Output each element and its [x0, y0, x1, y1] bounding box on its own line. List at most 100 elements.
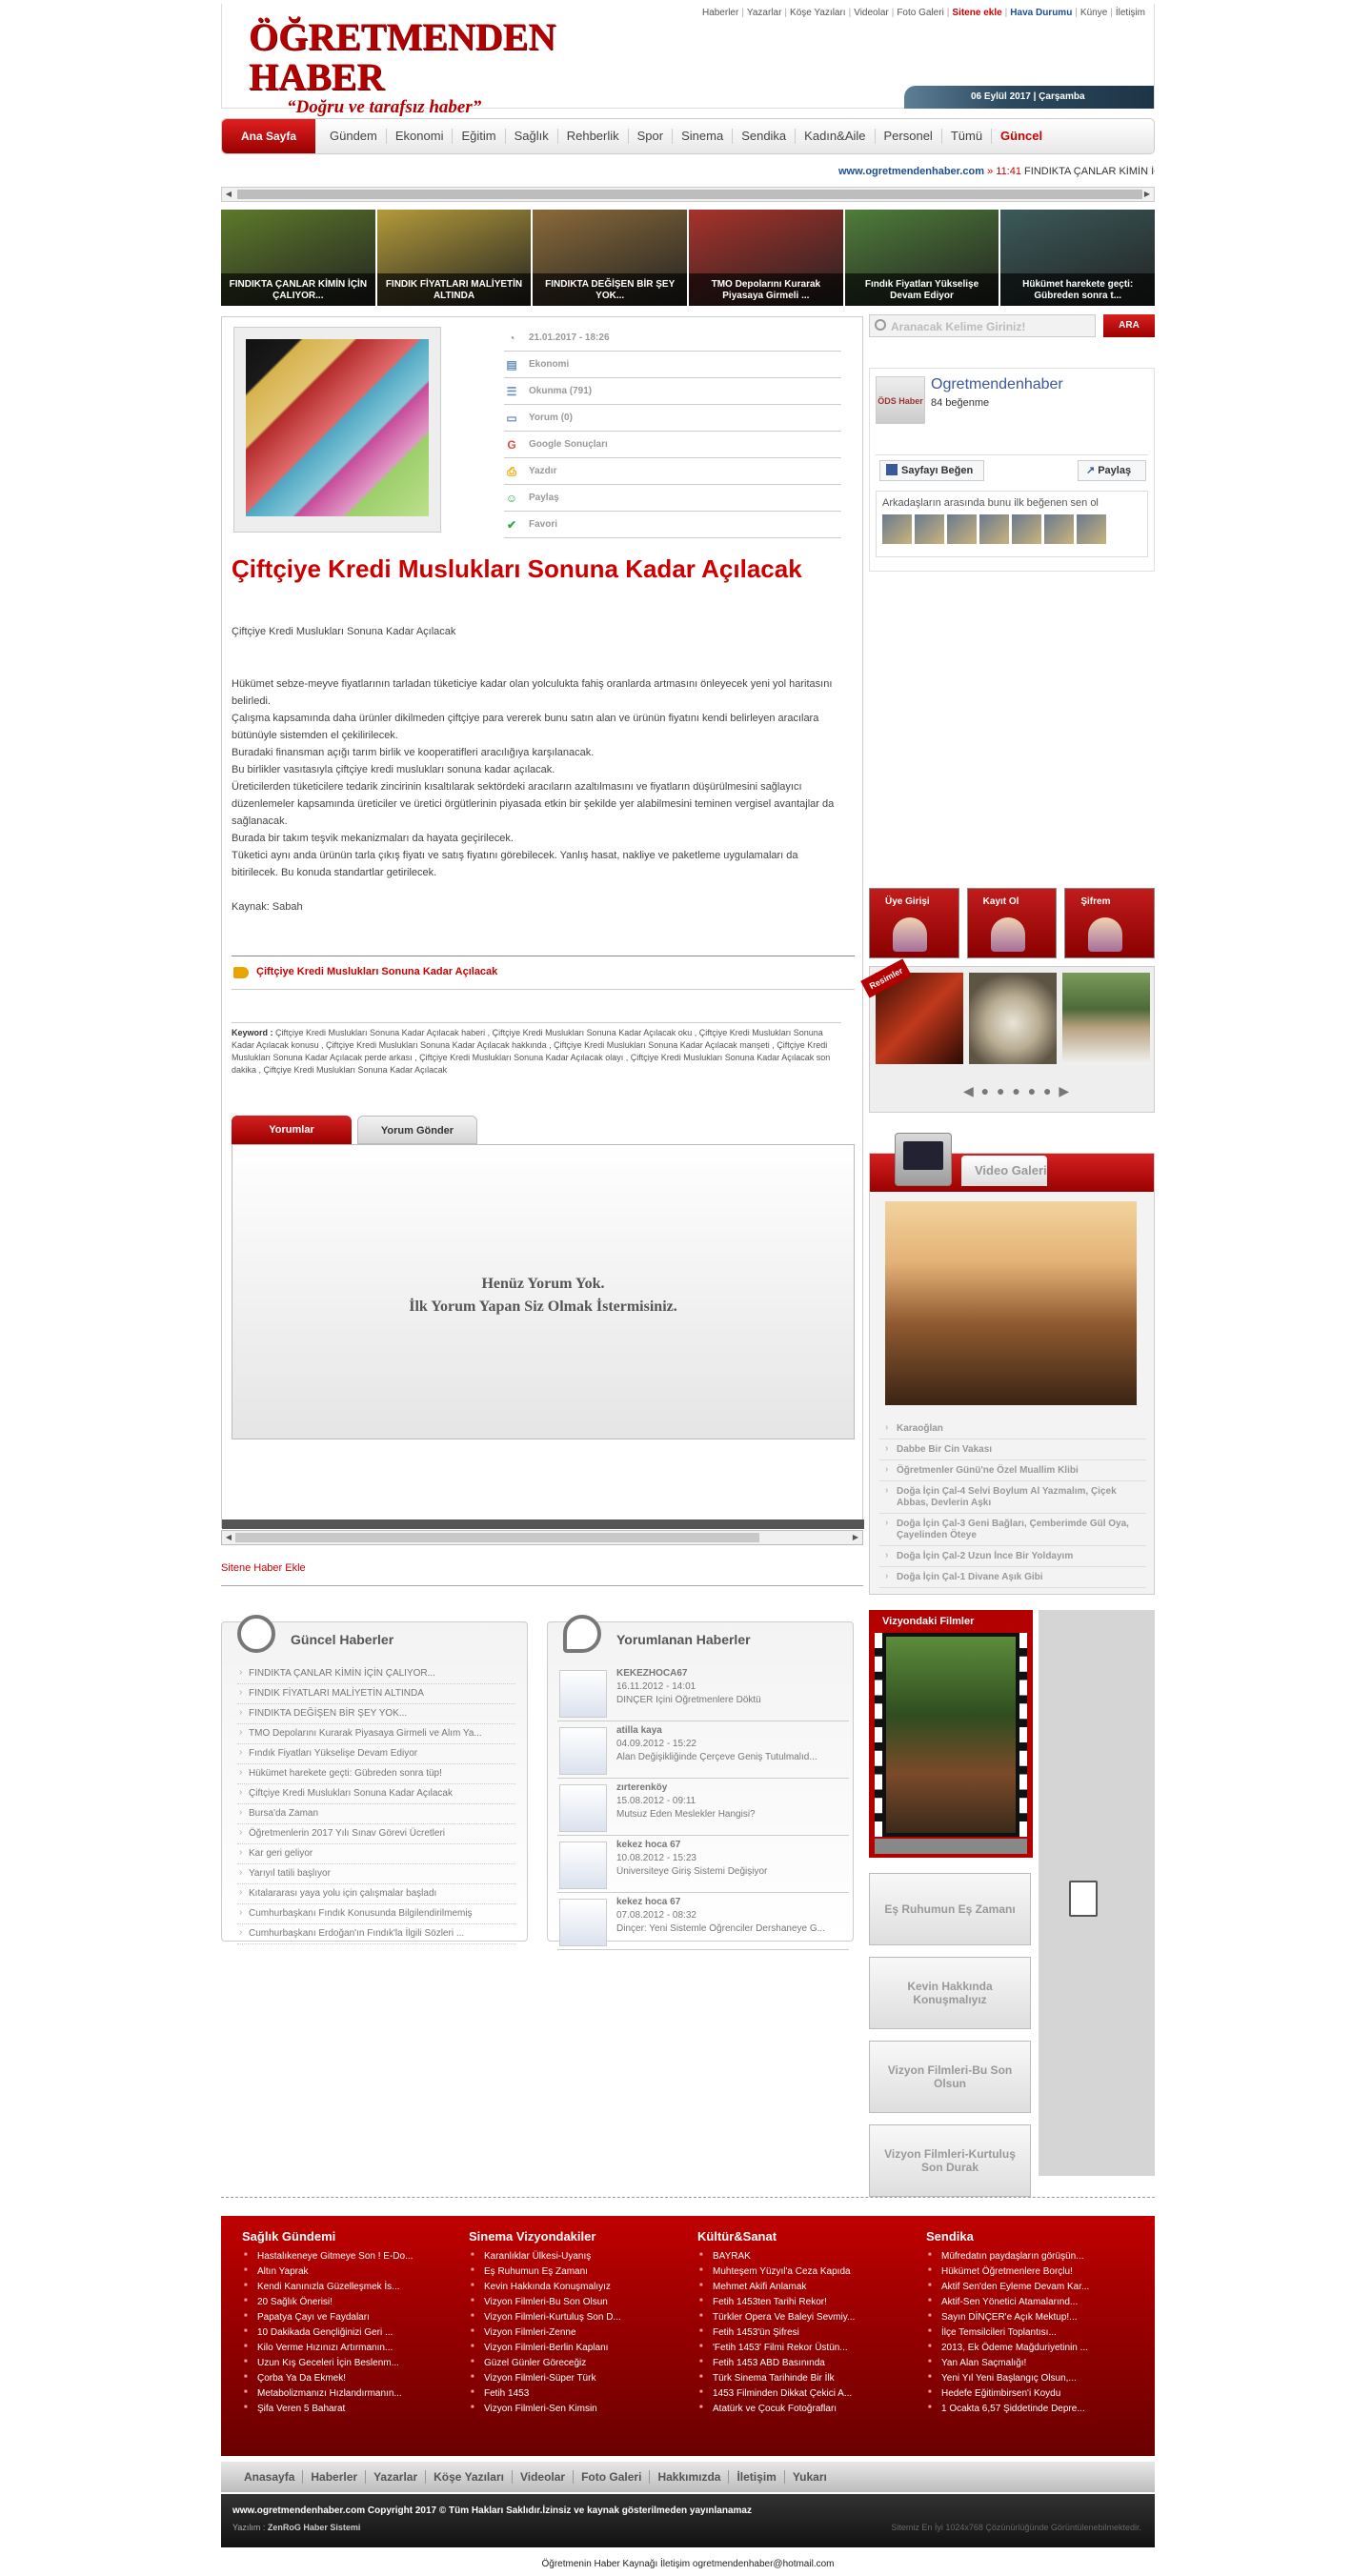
headline-card[interactable]: FINDIK FİYATLARI MALİYETİN ALTINDA	[376, 210, 532, 306]
gallery-pager[interactable]: ◀ ● ● ● ● ● ▶	[963, 1083, 1071, 1099]
list-item[interactable]: Cumhurbaşkanı Fındık Konusunda Bilgilend…	[237, 1904, 515, 1924]
top-link[interactable]: İletişim	[1113, 8, 1148, 18]
avatar[interactable]	[1044, 514, 1074, 544]
comment-item[interactable]: zırterenköy 15.08.2012 - 09:11 Mutsuz Eden…	[557, 1779, 849, 1836]
fb-page-name[interactable]: Ogretmendenhaber	[931, 376, 1063, 393]
top-link[interactable]: Hava Durumu	[1007, 8, 1075, 18]
comment-news[interactable]: Üniversiteye Giriş Sistemi Değişiyor	[616, 1866, 845, 1877]
headline-card[interactable]: Hükümet harekete geçti: Gübreden sonra t…	[1000, 210, 1156, 306]
nav-item[interactable]: Eğitim	[453, 129, 506, 144]
scroll-thumb[interactable]	[237, 190, 1142, 199]
footer-link[interactable]: Fetih 1453	[469, 2386, 688, 2402]
film-strip[interactable]	[875, 1633, 1027, 1837]
nav-item[interactable]: Güncel	[992, 129, 1051, 144]
footer-link[interactable]: Fetih 1453 ABD Basınında	[697, 2356, 917, 2371]
top-link[interactable]: Köşe Yazıları	[787, 8, 849, 18]
headline-card[interactable]: FINDIKTA ÇANLAR KİMİN İÇİN ÇALIYOR...	[221, 210, 375, 306]
footer-link[interactable]: Atatürk ve Çocuk Fotoğrafları	[697, 2402, 917, 2417]
footer-nav-item[interactable]: İletişim	[729, 2470, 785, 2484]
scroll-right-icon[interactable]: ▶	[1141, 189, 1153, 200]
nav-item[interactable]: Ekonomi	[387, 129, 454, 144]
gallery-photo[interactable]	[1062, 973, 1150, 1064]
footer-nav-item[interactable]: Köşe Yazıları	[426, 2470, 513, 2484]
footer-link[interactable]: Kendi Kanınızla Güzelleşmek İs...	[242, 2280, 461, 2295]
headline-card[interactable]: FINDIKTA DEĞİŞEN BİR ŞEY YOK...	[533, 210, 688, 306]
video-item[interactable]: Doğa İçin Çal-1 Divane Aşık Gibi	[879, 1567, 1146, 1588]
video-thumbnail[interactable]	[885, 1201, 1137, 1405]
login-button[interactable]: Üye Girişi	[869, 888, 959, 958]
search-button[interactable]: ARA	[1103, 314, 1155, 337]
footer-link[interactable]: Fetih 1453ten Tarihi Rekor!	[697, 2295, 917, 2310]
tab-comments[interactable]: Yorumlar	[232, 1116, 352, 1144]
footer-link[interactable]: BAYRAK	[697, 2249, 917, 2264]
list-item[interactable]: Çiftçiye Kredi Muslukları Sonuna Kadar A…	[237, 1784, 515, 1804]
comment-item[interactable]: kekez hoca 67 10.08.2012 - 15:23 Üniversit…	[557, 1836, 849, 1893]
footer-link[interactable]: Çorba Ya Da Ekmek!	[242, 2371, 461, 2386]
footer-link[interactable]: Vizyon Filmleri-Berlin Kaplanı	[469, 2341, 688, 2356]
video-item[interactable]: Doğa İçin Çal-2 Uzun İnce Bir Yoldayım	[879, 1546, 1146, 1567]
top-link[interactable]: Yazarlar	[744, 8, 785, 18]
footer-link[interactable]: 'Fetih 1453' Filmi Rekor Üstün...	[697, 2341, 917, 2356]
footer-link[interactable]: 1453 Filminden Dikkat Çekici A...	[697, 2386, 917, 2402]
side-link-button[interactable]: Vizyon Filmleri-Kurtuluş Son Durak	[869, 2124, 1031, 2197]
list-item[interactable]: Fındık Fiyatları Yükselişe Devam Ediyor	[237, 1744, 515, 1764]
video-item[interactable]: Karaoğlan	[879, 1419, 1146, 1439]
footer-link[interactable]: Fetih 1453'ün Şifresi	[697, 2325, 917, 2341]
footer-link[interactable]: Vizyon Filmleri-Zenne	[469, 2325, 688, 2341]
fb-share-button[interactable]: ↗ Paylaş	[1078, 460, 1146, 481]
footer-link[interactable]: Uzun Kış Geceleri İçin Beslenm...	[242, 2356, 461, 2371]
footer-link[interactable]: İlçe Temsilcileri Toplantısı...	[926, 2325, 1145, 2341]
comment-item[interactable]: KEKEZHOCA67 16.11.2012 - 14:01 DİNÇER İçin…	[557, 1664, 849, 1721]
footer-link[interactable]: Papatya Çayı ve Faydaları	[242, 2310, 461, 2325]
footer-link[interactable]: Kilo Verme Hızınızı Artırmanın...	[242, 2341, 461, 2356]
list-item[interactable]: Öğretmenlerin 2017 Yılı Sınav Görevi Ücr…	[237, 1824, 515, 1844]
list-item[interactable]: Bursa'da Zaman	[237, 1804, 515, 1824]
meta-item[interactable]: ☺ Paylaş	[504, 485, 841, 512]
scroll-right-icon[interactable]: ▶	[850, 1532, 861, 1543]
list-item[interactable]: FINDIKTA DEĞİŞEN BİR ŞEY YOK...	[237, 1704, 515, 1724]
news-ticker[interactable]: www.ogretmendenhaber.com » 11:41 FINDIKT…	[838, 166, 1155, 181]
footer-link[interactable]: Sayın DİNÇER'e Açık Mektup!...	[926, 2310, 1145, 2325]
meta-item[interactable]: ⎙ Yazdır	[504, 458, 841, 485]
footer-link[interactable]: Altın Yaprak	[242, 2264, 461, 2280]
list-item[interactable]: FINDIKTA ÇANLAR KİMİN İÇİN ÇALIYOR...	[237, 1664, 515, 1684]
top-link[interactable]: Foto Galeri	[894, 8, 946, 18]
top-link[interactable]: Haberler	[699, 8, 741, 18]
list-item[interactable]: Hükümet harekete geçti: Gübreden sonra t…	[237, 1764, 515, 1784]
article-tag[interactable]: Çiftçiye Kredi Muslukları Sonuna Kadar A…	[232, 956, 855, 990]
footer-link[interactable]: Türk Sinema Tarihinde Bir İlk	[697, 2371, 917, 2386]
avatar[interactable]	[915, 514, 944, 544]
footer-link[interactable]: Muhteşem Yüzyıl'a Ceza Kapıda	[697, 2264, 917, 2280]
gallery-photo[interactable]	[969, 973, 1057, 1064]
footer-link[interactable]: Eş Ruhumun Eş Zamanı	[469, 2264, 688, 2280]
nav-item[interactable]: Sendika	[733, 129, 797, 144]
fb-page-logo[interactable]: ÖDS Haber	[876, 376, 925, 424]
scroll-left-icon[interactable]: ◀	[223, 1532, 234, 1543]
site-logo[interactable]: ÖĞRETMENDEN HABER “Doğru ve tarafsız hab…	[249, 17, 592, 118]
prev-icon[interactable]: ◀	[963, 1083, 976, 1098]
nav-item[interactable]: Kadın&Aile	[796, 129, 876, 144]
video-item[interactable]: Doğa İçin Çal-4 Selvi Boylum Al Yazmalım…	[879, 1481, 1146, 1514]
footer-link[interactable]: 20 Sağlık Önerisi!	[242, 2295, 461, 2310]
footer-column-title[interactable]: Sağlık Gündemi	[242, 2229, 461, 2244]
footer-link[interactable]: Kevin Hakkında Konuşmalıyız	[469, 2280, 688, 2295]
footer-nav-item[interactable]: Yazarlar	[366, 2470, 427, 2484]
footer-link[interactable]: Vizyon Filmleri-Sen Kimsin	[469, 2402, 688, 2417]
footer-link[interactable]: Metabolizmanızı Hızlandırmanın...	[242, 2386, 461, 2402]
software-name[interactable]: ZenRoG Haber Sistemi	[268, 2523, 361, 2532]
footer-nav-item[interactable]: Foto Galeri	[574, 2470, 651, 2484]
add-news-link[interactable]: Sitene Haber Ekle	[221, 1562, 306, 1574]
avatar[interactable]	[882, 514, 912, 544]
footer-link[interactable]: Vizyon Filmleri-Süper Türk	[469, 2371, 688, 2386]
video-item[interactable]: Doğa İçin Çal-3 Geni Bağları, Çemberimde…	[879, 1514, 1146, 1546]
list-item[interactable]: Yarıyıl tatili başlıyor	[237, 1864, 515, 1884]
footer-link[interactable]: Hastalıkeneye Gitmeye Son ! E-Do...	[242, 2249, 461, 2264]
nav-item[interactable]: Personel	[876, 129, 942, 144]
footer-link[interactable]: 2013, Ek Ödeme Mağduriyetinin ...	[926, 2341, 1145, 2356]
footer-nav-item[interactable]: Hakkımızda	[650, 2470, 730, 2484]
list-item[interactable]: Kıtalararası yaya yolu için çalışmalar b…	[237, 1884, 515, 1904]
password-button[interactable]: Şifrem	[1064, 888, 1156, 958]
footer-nav-item[interactable]: Haberler	[303, 2470, 367, 2484]
footer-link[interactable]: Karanlıklar Ülkesi-Uyanış	[469, 2249, 688, 2264]
footer-link[interactable]: Mehmet Akifi Anlamak	[697, 2280, 917, 2295]
